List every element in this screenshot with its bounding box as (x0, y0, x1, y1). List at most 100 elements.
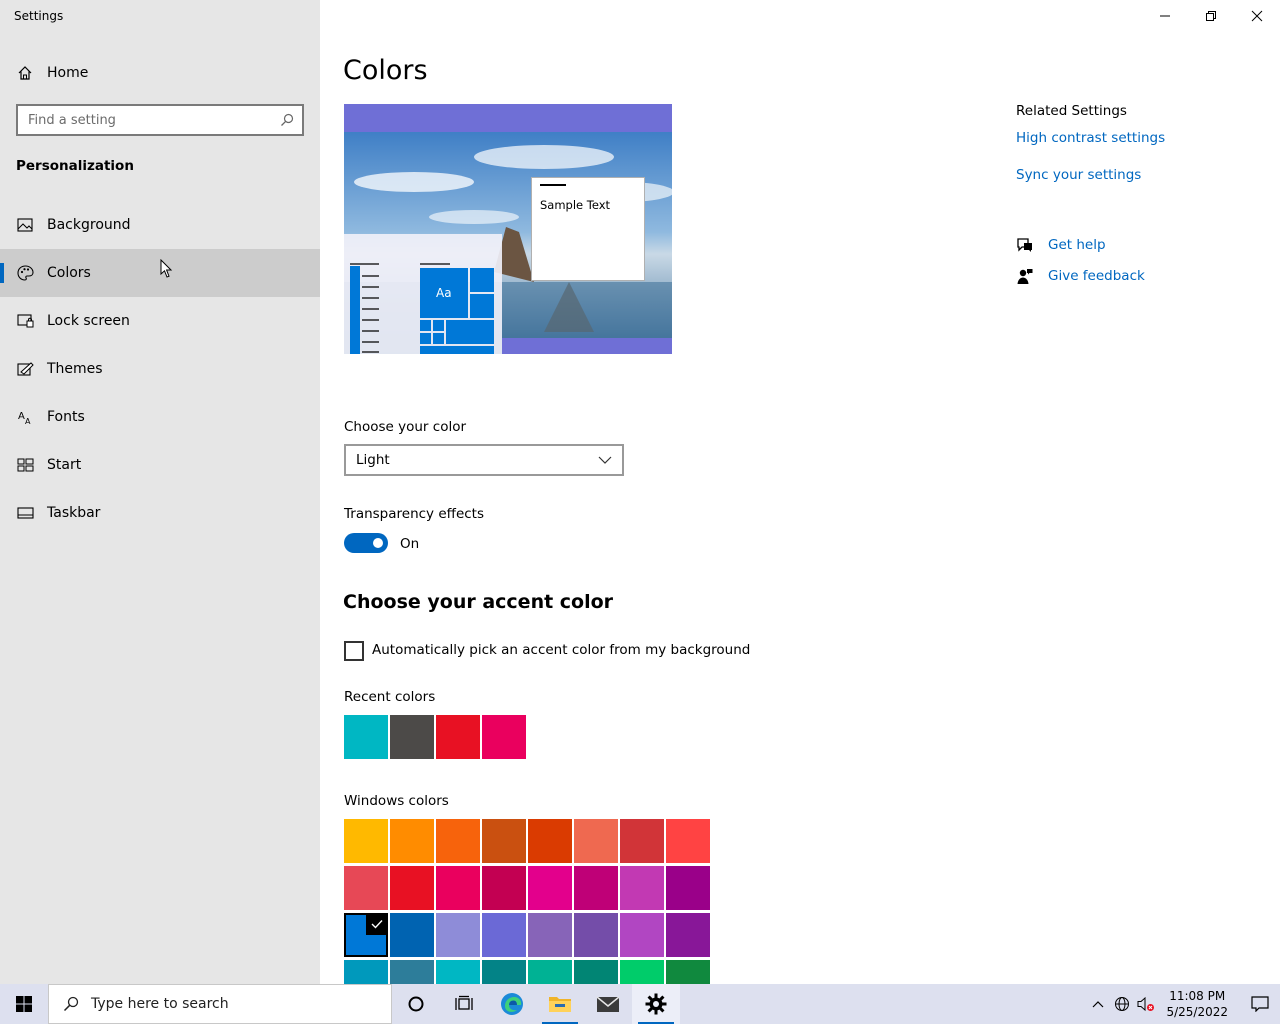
recent-color-swatch[interactable] (482, 715, 526, 759)
windows-color-swatch[interactable] (620, 819, 664, 863)
restore-button[interactable] (1188, 0, 1234, 32)
cortana-button[interactable] (392, 984, 440, 1024)
sidebar-item-label: Themes (47, 361, 103, 377)
color-preview: Aa Sample Text (344, 104, 672, 354)
find-setting-search[interactable] (16, 104, 304, 136)
start-button[interactable] (0, 984, 48, 1024)
taskbar-search[interactable]: Type here to search (48, 984, 392, 1024)
windows-color-swatch[interactable] (436, 960, 480, 984)
auto-accent-label[interactable]: Automatically pick an accent color from … (372, 642, 750, 658)
task-view-button[interactable] (440, 984, 488, 1024)
give-feedback-row[interactable]: Give feedback (1016, 267, 1145, 285)
sidebar-item-lock-screen[interactable]: Lock screen (0, 297, 320, 345)
recent-color-swatch[interactable] (344, 715, 388, 759)
search-icon[interactable] (278, 111, 296, 129)
windows-color-swatch[interactable] (528, 960, 572, 984)
windows-color-swatch[interactable] (344, 819, 388, 863)
give-feedback-link[interactable]: Give feedback (1048, 268, 1145, 284)
minimize-button[interactable] (1142, 0, 1188, 32)
windows-color-swatch[interactable] (528, 913, 572, 957)
globe-network-icon (1115, 997, 1130, 1011)
windows-color-swatch[interactable] (620, 866, 664, 910)
settings-taskbar-button[interactable] (632, 984, 680, 1024)
home-icon (16, 64, 34, 82)
windows-color-swatch[interactable] (390, 866, 434, 910)
windows-color-swatch[interactable] (666, 819, 710, 863)
taskbar-clock[interactable]: 11:08 PM 5/25/2022 (1166, 988, 1228, 1020)
windows-color-swatch[interactable] (620, 960, 664, 984)
transparency-state: On (400, 536, 420, 552)
windows-color-swatch[interactable] (344, 913, 388, 957)
close-icon (1251, 10, 1263, 22)
windows-color-swatch[interactable] (482, 819, 526, 863)
windows-color-swatch[interactable] (528, 819, 572, 863)
clock-time: 11:08 PM (1169, 989, 1226, 1003)
file-explorer-button[interactable] (536, 984, 584, 1024)
windows-color-swatch[interactable] (574, 960, 618, 984)
help-chat-icon (1016, 236, 1034, 254)
sidebar-item-start[interactable]: Start (0, 441, 320, 489)
windows-color-swatch[interactable] (390, 819, 434, 863)
windows-color-swatch[interactable] (436, 913, 480, 957)
windows-color-swatch[interactable] (344, 960, 388, 984)
transparency-label: Transparency effects (344, 506, 484, 522)
nav-list: Background Colors Lock screen Themes A A… (0, 201, 320, 537)
accent-heading: Choose your accent color (343, 591, 614, 613)
get-help-row[interactable]: Get help (1016, 236, 1106, 254)
high-contrast-link[interactable]: High contrast settings (1016, 130, 1165, 146)
speaker-muted-icon (1137, 996, 1155, 1012)
recent-color-swatch[interactable] (436, 715, 480, 759)
taskbar-search-placeholder: Type here to search (91, 996, 229, 1012)
close-button[interactable] (1234, 0, 1280, 32)
auto-accent-checkbox[interactable] (344, 641, 364, 661)
windows-color-swatch[interactable] (528, 866, 572, 910)
system-tray: 11:08 PM 5/25/2022 (1086, 984, 1280, 1024)
sidebar-item-label: Taskbar (47, 505, 101, 521)
sidebar-item-taskbar[interactable]: Taskbar (0, 489, 320, 537)
windows-color-swatch[interactable] (574, 913, 618, 957)
lock-screen-icon (16, 312, 34, 330)
volume-button[interactable] (1134, 984, 1158, 1024)
checkmark-icon (366, 913, 388, 935)
taskbar: Type here to search 11:08 PM 5/25/2022 (0, 984, 1280, 1024)
windows-color-swatch[interactable] (620, 913, 664, 957)
windows-color-swatch[interactable] (666, 960, 710, 984)
windows-colors-row (344, 866, 710, 910)
edge-button[interactable] (488, 984, 536, 1024)
transparency-toggle[interactable] (344, 533, 388, 553)
windows-color-swatch[interactable] (482, 960, 526, 984)
sidebar-item-themes[interactable]: Themes (0, 345, 320, 393)
network-button[interactable] (1110, 984, 1134, 1024)
sidebar-item-background[interactable]: Background (0, 201, 320, 249)
get-help-link[interactable]: Get help (1048, 237, 1106, 253)
windows-color-swatch[interactable] (482, 866, 526, 910)
chevron-down-icon (598, 456, 612, 464)
recent-color-swatch[interactable] (390, 715, 434, 759)
windows-logo-icon (16, 996, 32, 1012)
action-center-button[interactable] (1240, 984, 1280, 1024)
windows-color-swatch[interactable] (344, 866, 388, 910)
windows-color-swatch[interactable] (666, 866, 710, 910)
sync-settings-link[interactable]: Sync your settings (1016, 167, 1165, 183)
preview-sample-window: Sample Text (531, 177, 645, 281)
windows-color-swatch[interactable] (390, 960, 434, 984)
windows-color-swatch[interactable] (436, 819, 480, 863)
windows-color-swatch[interactable] (390, 913, 434, 957)
nav-home[interactable]: Home (0, 57, 320, 89)
svg-text:A: A (25, 417, 31, 425)
sidebar-item-label: Colors (47, 265, 91, 281)
search-input[interactable] (18, 106, 278, 134)
windows-color-swatch[interactable] (574, 866, 618, 910)
windows-colors-row (344, 913, 710, 957)
show-hidden-icons-button[interactable] (1086, 984, 1110, 1024)
windows-color-swatch[interactable] (666, 913, 710, 957)
mouse-cursor-icon (160, 259, 173, 278)
windows-color-swatch[interactable] (574, 819, 618, 863)
choose-color-dropdown[interactable]: Light (344, 444, 624, 476)
windows-color-swatch[interactable] (482, 913, 526, 957)
windows-color-swatch[interactable] (436, 866, 480, 910)
mail-button[interactable] (584, 984, 632, 1024)
sidebar-item-fonts[interactable]: AA Fonts (0, 393, 320, 441)
settings-window: Settings Home Personalization Background (0, 0, 1280, 984)
related-heading: Related Settings (1016, 103, 1127, 119)
